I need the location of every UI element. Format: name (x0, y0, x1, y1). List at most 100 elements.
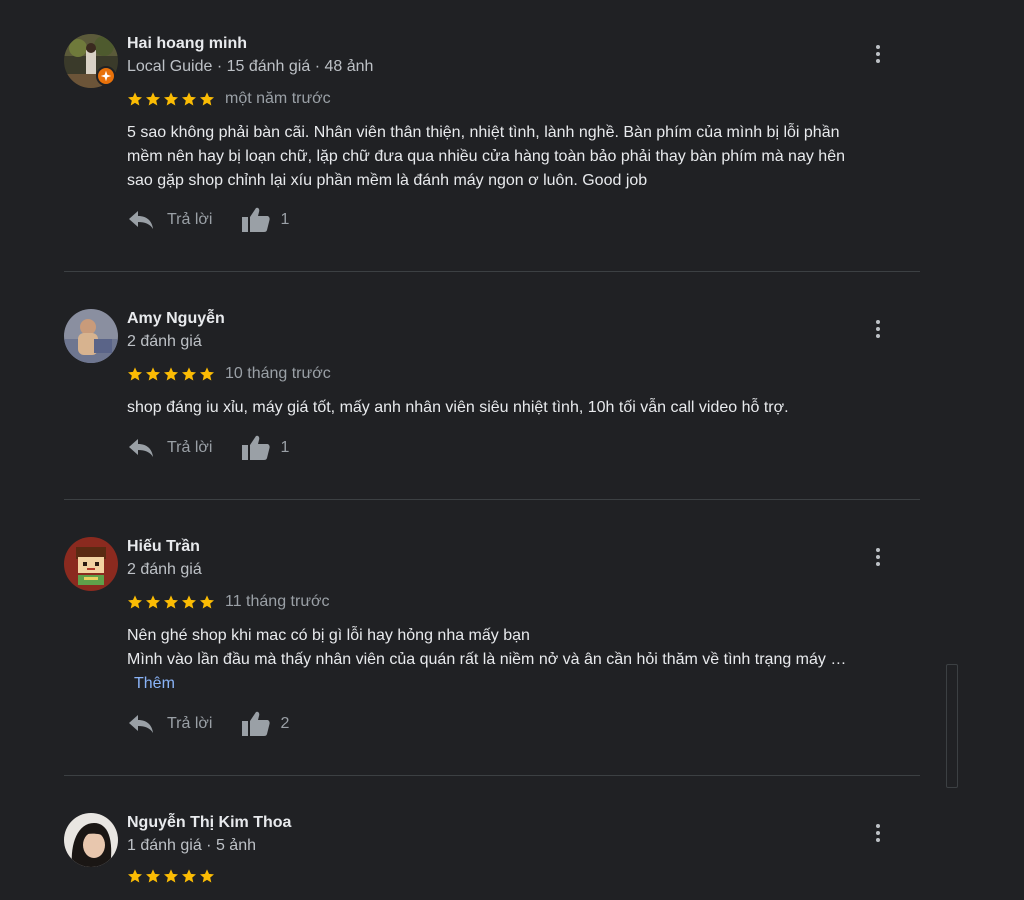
more-vert-icon (876, 320, 880, 324)
reviewer-name[interactable]: Hai hoang minh (127, 35, 247, 53)
reply-arrow-icon (129, 439, 153, 457)
rating-row: 10 tháng trước (127, 364, 331, 384)
like-button[interactable]: 2 (240, 710, 289, 738)
reviewer-meta: Local Guide · 15 đánh giá · 48 ảnh (127, 58, 374, 75)
star-icon (182, 595, 196, 609)
more-vert-icon-dot (876, 562, 880, 566)
review-text-line: Nên ghé shop khi mac có bị gì lỗi hay hỏ… (127, 627, 530, 644)
review-text: 5 sao không phải bàn cãi. Nhân viên thân… (127, 121, 917, 193)
reply-button[interactable]: Trả lời (127, 437, 212, 459)
reviewer-meta: 1 đánh giá · 5 ảnh (127, 837, 256, 854)
review-actions: Trả lời 1 (127, 205, 289, 235)
local-guide-badge-icon (96, 66, 116, 86)
star-icon (146, 92, 160, 106)
reply-arrow-icon (129, 211, 153, 229)
review-text-line: Mình vào lần đầu mà thấy nhân viên của q… (127, 651, 847, 668)
review-text: Nên ghé shop khi mac có bị gì lỗi hay hỏ… (127, 624, 917, 696)
star-icon (146, 595, 160, 609)
review-text-line: sao gặp shop chỉnh lại xíu phần mềm là đ… (127, 172, 648, 189)
review-actions: Trả lời 2 (127, 709, 289, 739)
more-vert-icon (876, 45, 880, 49)
more-vert-icon-dot (876, 555, 880, 559)
star-icon (164, 595, 178, 609)
star-icon (164, 92, 178, 106)
review-card: Hai hoang minh Local Guide · 15 đánh giá… (64, 34, 920, 244)
reviewer-name[interactable]: Amy Nguyễn (127, 310, 225, 328)
more-vert-icon-dot (876, 334, 880, 338)
review-card: Hiếu Trần 2 đánh giá 11 tháng trước Nên … (64, 537, 920, 747)
thumbs-up-icon (242, 435, 271, 460)
thumbs-up-icon (242, 207, 271, 232)
rating-row (127, 866, 225, 886)
more-options-button[interactable] (866, 821, 890, 845)
star-icon (200, 595, 214, 609)
avatar[interactable] (64, 537, 118, 591)
thumbs-up-icon (242, 711, 271, 736)
star-rating (127, 594, 215, 610)
reviewer-name[interactable]: Hiếu Trần (127, 538, 200, 556)
star-icon (146, 367, 160, 381)
more-vert-icon-dot (876, 838, 880, 842)
star-icon (146, 869, 160, 883)
show-more-link[interactable]: Thêm (134, 675, 175, 692)
star-icon (200, 367, 214, 381)
like-count: 1 (280, 211, 290, 228)
star-icon (164, 869, 178, 883)
star-rating (127, 868, 215, 884)
more-options-button[interactable] (866, 42, 890, 66)
avatar-photo (64, 309, 118, 363)
review-time: 11 tháng trước (225, 593, 330, 610)
avatar-photo (64, 537, 118, 591)
review-time: một năm trước (225, 90, 331, 107)
star-icon (164, 367, 178, 381)
review-card: Nguyễn Thị Kim Thoa 1 đánh giá · 5 ảnh (64, 813, 920, 900)
reply-button[interactable]: Trả lời (127, 209, 212, 231)
like-button[interactable]: 1 (240, 434, 289, 462)
reply-label: Trả lời (167, 211, 213, 228)
star-rating (127, 366, 215, 382)
reply-arrow-icon (129, 715, 153, 733)
more-options-button[interactable] (866, 545, 890, 569)
avatar[interactable] (64, 309, 118, 363)
reply-label: Trả lời (167, 715, 213, 732)
star-icon (128, 595, 142, 609)
divider (64, 271, 920, 272)
review-text-line: 5 sao không phải bàn cãi. Nhân viên thân… (127, 124, 840, 141)
avatar[interactable] (64, 813, 118, 867)
like-count: 2 (280, 715, 290, 732)
star-icon (128, 869, 142, 883)
more-vert-icon (876, 548, 880, 552)
review-text-line: mềm nên hay bị loạn chữ, lặp chữ đưa qua… (127, 148, 845, 165)
divider (64, 775, 920, 776)
reply-button[interactable]: Trả lời (127, 713, 212, 735)
like-count: 1 (280, 439, 290, 456)
review-card: Amy Nguyễn 2 đánh giá 10 tháng trước sho… (64, 309, 920, 479)
reviewer-name[interactable]: Nguyễn Thị Kim Thoa (127, 814, 291, 832)
review-actions: Trả lời 1 (127, 433, 289, 463)
reviewer-meta: 2 đánh giá (127, 333, 202, 350)
star-rating (127, 91, 215, 107)
scrollbar[interactable] (946, 664, 958, 788)
more-vert-icon-dot (876, 59, 880, 63)
avatar-photo (64, 813, 118, 867)
star-icon (200, 92, 214, 106)
reply-label: Trả lời (167, 439, 213, 456)
reviewer-meta: 2 đánh giá (127, 561, 202, 578)
star-icon (200, 869, 214, 883)
review-time: 10 tháng trước (225, 365, 331, 382)
more-vert-icon-dot (876, 327, 880, 331)
star-icon (128, 367, 142, 381)
more-vert-icon-dot (876, 831, 880, 835)
rating-row: 11 tháng trước (127, 592, 330, 612)
star-icon (182, 869, 196, 883)
review-text-line: shop đáng iu xỉu, máy giá tốt, mấy anh n… (127, 399, 789, 416)
like-button[interactable]: 1 (240, 206, 289, 234)
star-icon (128, 92, 142, 106)
star-icon (182, 92, 196, 106)
review-text: shop đáng iu xỉu, máy giá tốt, mấy anh n… (127, 396, 917, 420)
more-vert-icon-dot (876, 52, 880, 56)
more-vert-icon (876, 824, 880, 828)
divider (64, 499, 920, 500)
more-options-button[interactable] (866, 317, 890, 341)
review-text-line: Thêm (127, 672, 917, 696)
